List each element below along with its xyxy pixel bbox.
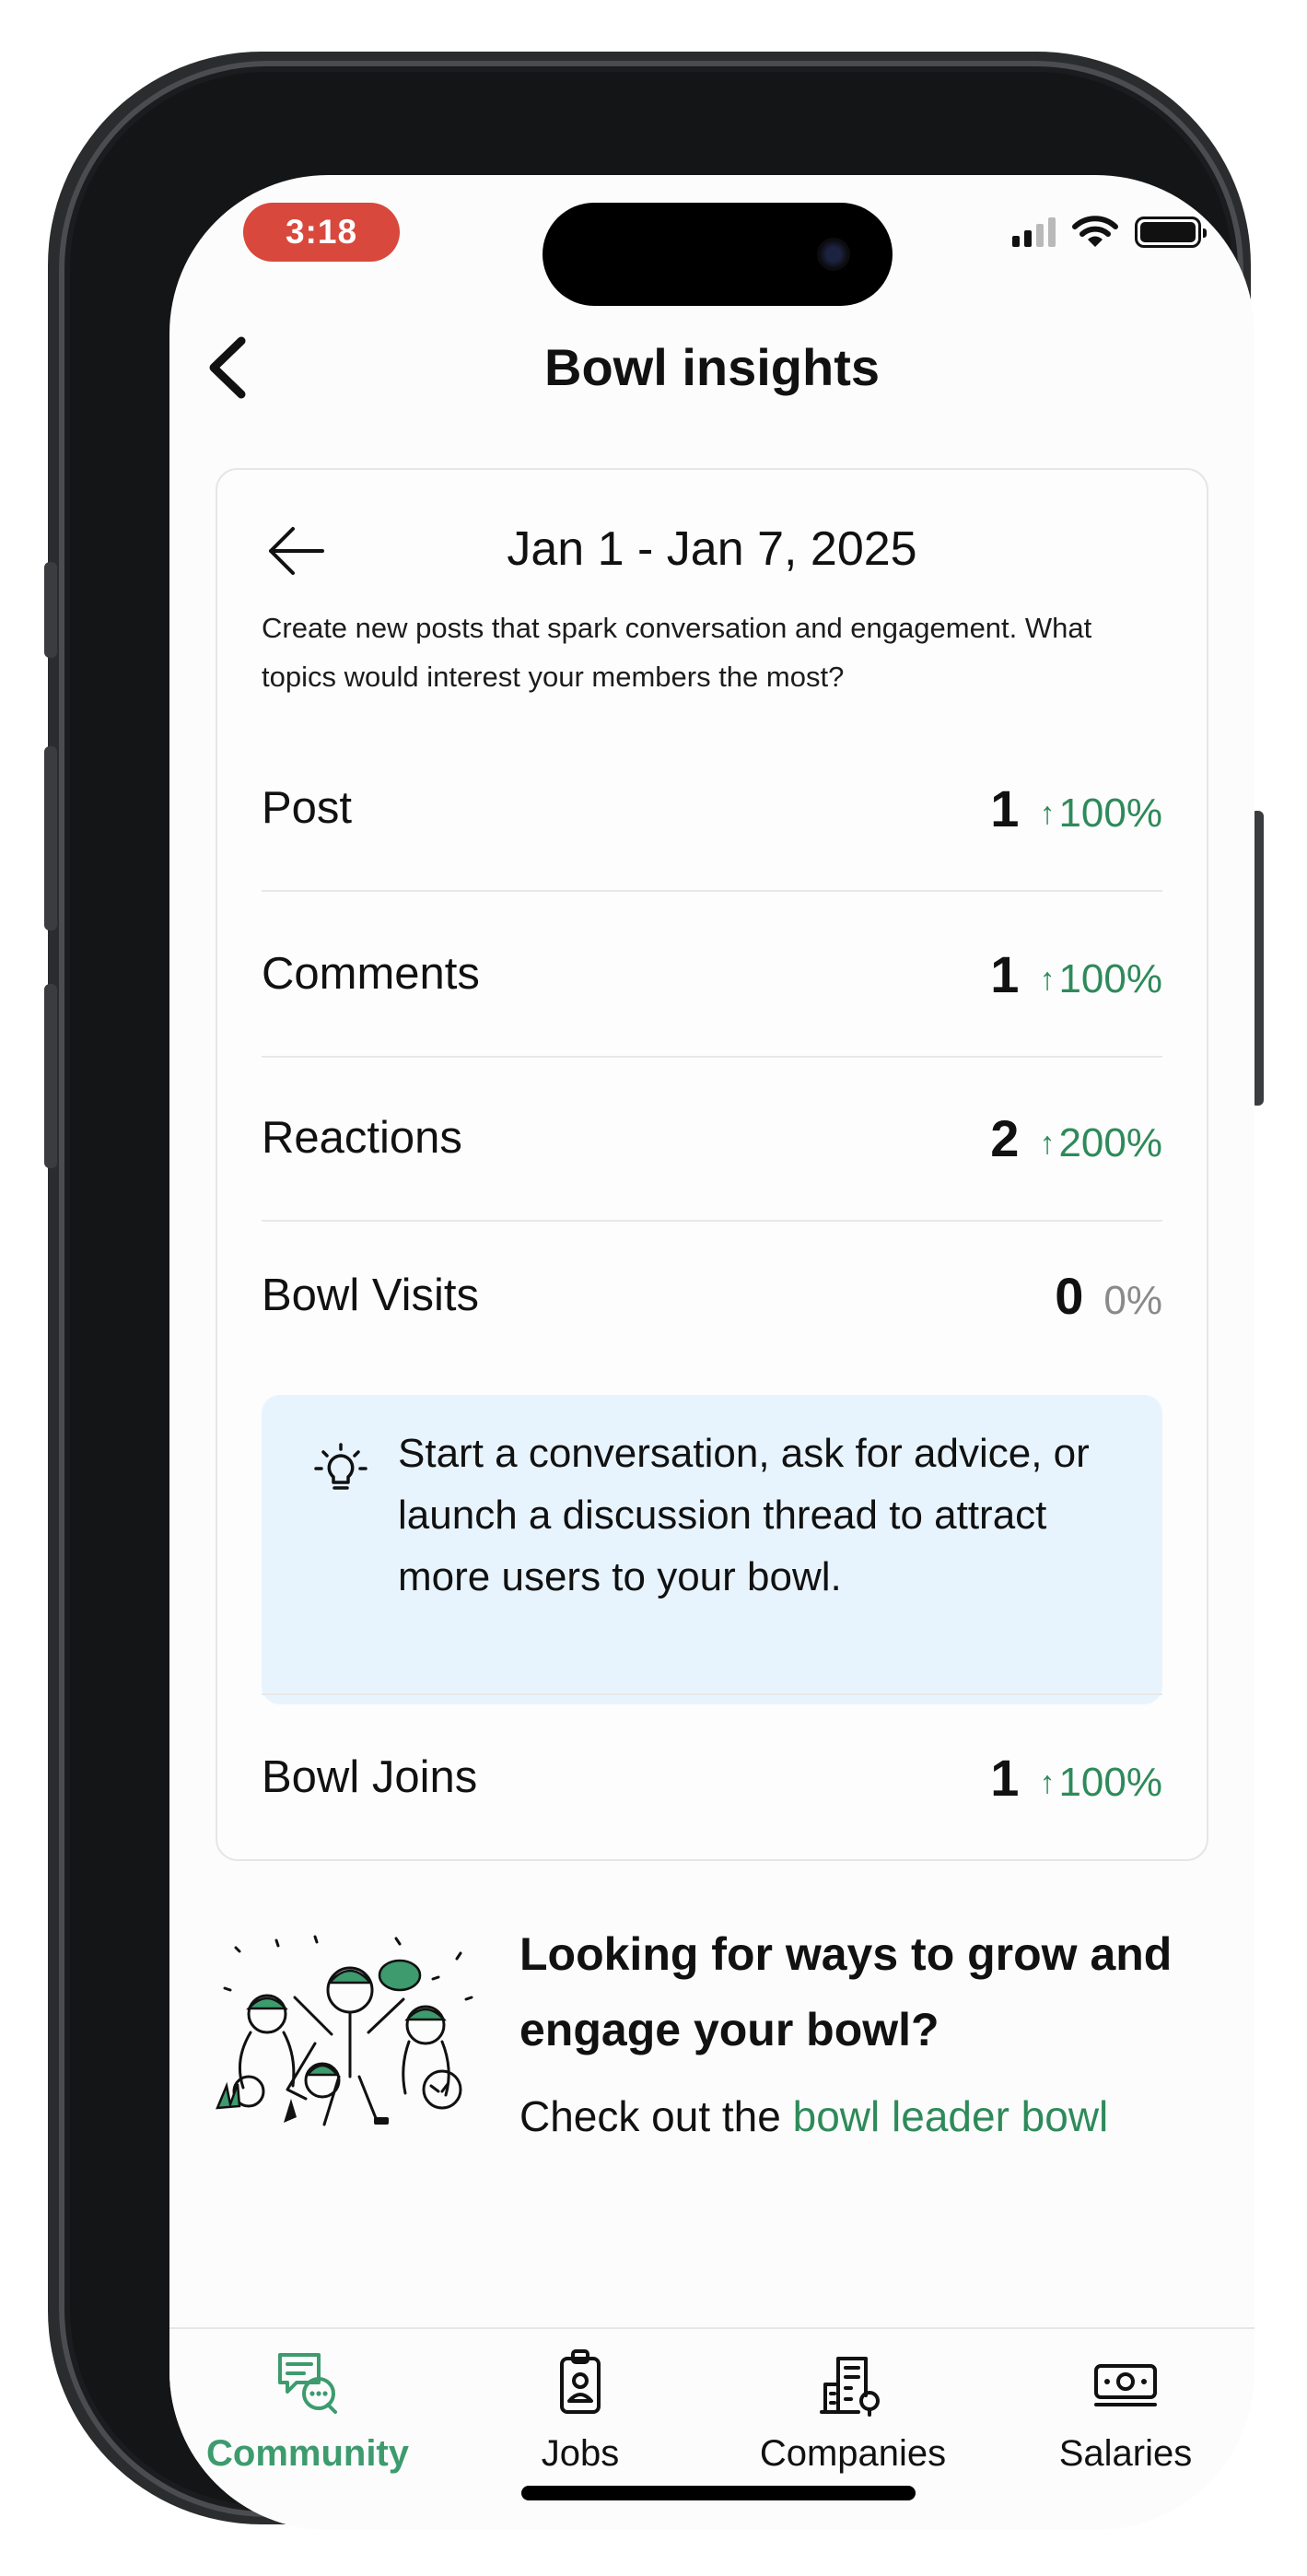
arrow-up-icon: ↑: [1039, 961, 1056, 997]
metric-value: 2: [990, 1108, 1020, 1167]
metric-row-bowl-joins: Bowl Joins 1 ↑ 100%: [262, 1693, 1162, 1859]
metric-change-value: 100%: [1058, 1759, 1162, 1805]
status-icons: [1012, 212, 1207, 252]
tab-label: Community: [206, 2433, 409, 2474]
metric-value: 1: [990, 1748, 1020, 1807]
metric-row-posts: Post 1 ↑ 100%: [262, 726, 1162, 892]
tab-companies[interactable]: Companies: [715, 2346, 991, 2475]
action-button: [44, 562, 57, 658]
metric-label: Bowl Visits: [262, 1270, 480, 1320]
tip-text: Start a conversation, ask for advice, or…: [398, 1431, 1090, 1599]
arrow-up-icon: ↑: [1039, 1125, 1056, 1161]
status-time: 3:18: [243, 203, 400, 262]
tab-label: Salaries: [1058, 2433, 1193, 2474]
arrow-up-icon: ↑: [1039, 795, 1056, 831]
device-frame: 3:18 Bowl insights Jan 1 - Jan 7, 2025 C…: [59, 61, 1254, 2530]
metric-change: ↑ 100%: [1039, 1760, 1162, 1806]
metric-label: Post: [262, 783, 353, 833]
home-indicator[interactable]: [521, 2486, 916, 2500]
metric-change: 0%: [1103, 1278, 1162, 1324]
tab-community[interactable]: Community: [169, 2346, 446, 2475]
arrow-up-icon: ↑: [1039, 1764, 1056, 1800]
screen: 3:18 Bowl insights Jan 1 - Jan 7, 2025 C…: [169, 175, 1254, 2530]
date-range: Jan 1 - Jan 7, 2025: [507, 522, 917, 576]
community-crowd-illustration: [216, 1935, 473, 2126]
metric-label: Reactions: [262, 1113, 462, 1163]
metric-change: ↑ 100%: [1039, 956, 1162, 1002]
promo-prefix: Check out the: [519, 2092, 793, 2140]
metric-value: 1: [990, 944, 1020, 1003]
promo-subtitle: Check out the bowl leader bowl: [519, 2091, 1236, 2141]
wifi-icon: [1072, 216, 1118, 247]
building-icon: [820, 2357, 880, 2417]
cash-icon: [1094, 2364, 1157, 2406]
tip-box: Start a conversation, ask for advice, or…: [262, 1395, 1162, 1704]
metric-row-comments: Comments 1 ↑ 100%: [262, 892, 1162, 1058]
badge-icon: [560, 2349, 601, 2414]
volume-up-button: [44, 746, 57, 931]
bowl-leader-bowl-link[interactable]: bowl leader bowl: [793, 2092, 1109, 2140]
tab-jobs[interactable]: Jobs: [442, 2346, 718, 2475]
metric-label: Comments: [262, 949, 480, 999]
promo-title: Looking for ways to grow and engage your…: [519, 1928, 1173, 2055]
insights-hint: Create new posts that spark conversation…: [262, 612, 1092, 693]
date-selector: Jan 1 - Jan 7, 2025: [217, 507, 1207, 590]
insights-card: Jan 1 - Jan 7, 2025 Create new posts tha…: [216, 468, 1208, 1861]
tab-label: Jobs: [541, 2433, 620, 2474]
tab-label: Companies: [759, 2433, 947, 2474]
metric-value: 1: [990, 779, 1020, 837]
metric-change: ↑ 100%: [1039, 790, 1162, 837]
camera-icon: [817, 238, 850, 271]
cellular-signal-icon: [1012, 217, 1056, 247]
dynamic-island: [543, 203, 893, 306]
metric-change-value: 200%: [1058, 1119, 1162, 1165]
tab-salaries[interactable]: Salaries: [987, 2346, 1254, 2475]
lightbulb-icon: [314, 1443, 368, 1490]
metric-label: Bowl Joins: [262, 1752, 478, 1802]
metric-value: 0: [1055, 1266, 1084, 1325]
volume-down-button: [44, 984, 57, 1168]
metric-row-reactions: Reactions 2 ↑ 200%: [262, 1056, 1162, 1222]
battery-icon: [1135, 217, 1207, 248]
metric-change-value: 0%: [1103, 1277, 1162, 1323]
page-title: Bowl insights: [544, 338, 880, 396]
metric-row-bowl-visits: Bowl Visits 0 0%: [262, 1224, 1162, 1367]
community-chat-icon: [278, 2353, 337, 2414]
metric-change-value: 100%: [1058, 790, 1162, 836]
metric-change-value: 100%: [1058, 955, 1162, 1001]
metric-change: ↑ 200%: [1039, 1120, 1162, 1166]
